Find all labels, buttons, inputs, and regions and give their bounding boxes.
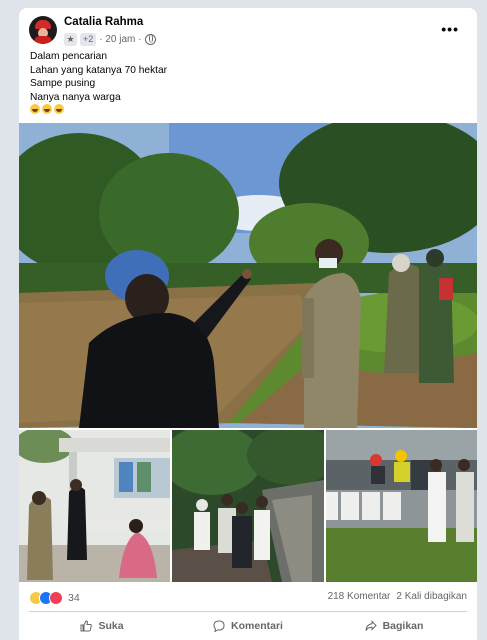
reaction-count[interactable]: 34 <box>68 592 80 604</box>
group-river-scene-image <box>172 430 324 582</box>
share-label: Bagikan <box>382 620 424 632</box>
post-header: Catalia Rahma ★ +2 · 20 jam · ••• <box>29 16 467 52</box>
post-time[interactable]: · 20 jam · <box>99 34 141 45</box>
photo-thumbnail[interactable] <box>326 430 477 582</box>
river-scene-image <box>19 123 477 428</box>
divider <box>29 611 467 612</box>
emoji-line <box>30 104 167 118</box>
roadside-scene-image <box>326 430 477 582</box>
globe-icon <box>144 33 156 45</box>
share-count[interactable]: 2 Kali dibagikan <box>396 591 467 602</box>
comment-count[interactable]: 218 Komentar <box>328 591 391 602</box>
more-options-button[interactable]: ••• <box>441 21 459 37</box>
comment-button[interactable]: Komentari <box>175 613 321 639</box>
like-label: Suka <box>98 620 124 632</box>
avatar[interactable] <box>29 16 57 44</box>
love-reaction-icon <box>49 591 63 605</box>
speech-bubble-icon <box>213 620 225 632</box>
avatar-band <box>34 36 52 44</box>
post-card: Catalia Rahma ★ +2 · 20 jam · ••• Dalam … <box>19 8 477 640</box>
like-button[interactable]: Suka <box>29 613 175 639</box>
share-arrow-icon <box>365 620 377 631</box>
photo-thumbnail[interactable] <box>172 430 324 582</box>
engagement-counts: 218 Komentar 2 Kali dibagikan <box>328 591 467 602</box>
author-name[interactable]: Catalia Rahma <box>64 16 143 28</box>
bus-stop-scene-image <box>19 430 170 582</box>
post-text-line: Dalam pencarian <box>30 51 108 62</box>
share-button[interactable]: Bagikan <box>321 613 467 639</box>
laughing-emoji-icon <box>42 104 52 114</box>
main-photo[interactable] <box>19 123 477 428</box>
star-icon[interactable]: ★ <box>64 32 77 46</box>
laughing-emoji-icon <box>30 104 40 114</box>
thumbs-up-icon <box>80 620 93 632</box>
post-stats: 34 218 Komentar 2 Kali dibagikan <box>29 589 467 607</box>
photo-thumbnail[interactable] <box>19 430 170 582</box>
laughing-emoji-icon <box>54 104 64 114</box>
post-text-line: Nanya nanya warga <box>30 91 121 103</box>
plus-badge[interactable]: +2 <box>80 32 97 46</box>
post-text: Dalam pencarian Lahan yang katanya 70 he… <box>30 50 167 118</box>
post-text-line: Lahan yang katanya 70 hektar <box>30 64 168 76</box>
comment-label: Komentari <box>231 620 283 632</box>
post-actions: Suka Komentari Bagikan <box>29 613 467 639</box>
reactions-summary[interactable]: 34 <box>29 591 80 605</box>
post-text-line: Sampe pusing <box>30 78 96 89</box>
post-meta: ★ +2 · 20 jam · <box>64 32 156 46</box>
